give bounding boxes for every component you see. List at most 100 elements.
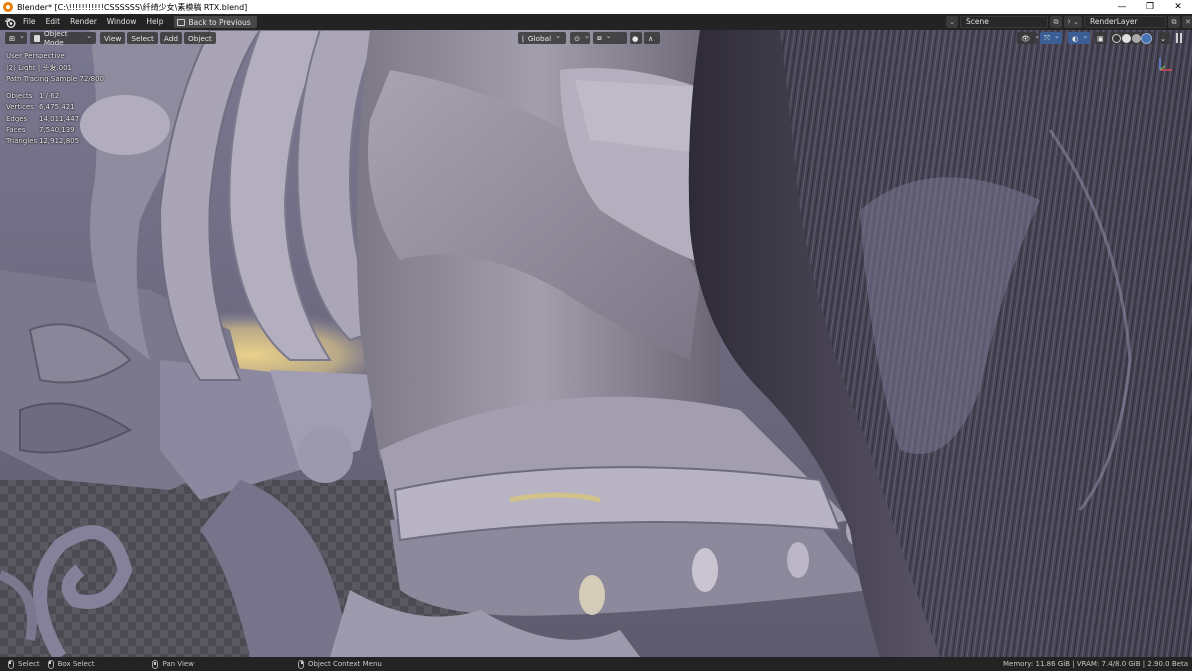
visibility-dropdown[interactable]: 👁 xyxy=(1017,32,1037,44)
falloff-dropdown[interactable]: ∧ xyxy=(644,32,660,44)
falloff-icon: ∧ xyxy=(648,33,654,43)
menu-edit[interactable]: Edit xyxy=(41,15,66,29)
shading-options-dropdown[interactable]: ⌄ xyxy=(1158,32,1170,44)
status-context-menu-label: Object Context Menu xyxy=(307,660,382,668)
stat-label: Edges xyxy=(6,114,28,123)
back-to-previous-button[interactable]: Back to Previous xyxy=(174,16,257,28)
orientation-axes-icon: ⌊ xyxy=(522,33,525,43)
visibility-icon: 👁 xyxy=(1021,33,1031,43)
view-menu[interactable]: View xyxy=(100,32,126,44)
mode-label: Object Mode xyxy=(43,30,68,47)
delete-render-layer-icon[interactable]: ✕ xyxy=(1182,16,1192,28)
left-mouse-icon xyxy=(8,659,14,669)
view-name: User Perspective xyxy=(6,52,65,60)
chevron-down-icon: ⌄ xyxy=(1160,33,1167,43)
stat-row: Objects 1 / 62 xyxy=(6,91,79,102)
stat-label: Vertices xyxy=(6,103,34,112)
stat-value: 1 / 62 xyxy=(39,92,60,100)
status-box-select-label: Box Select xyxy=(57,660,95,668)
wireframe-shading-icon[interactable] xyxy=(1112,33,1121,43)
sidebar-toggle-icon xyxy=(1176,33,1178,43)
viewport-header: ⊞ Object Mode View Select Add Object ⌊ G… xyxy=(0,30,1192,47)
object-menu[interactable]: Object xyxy=(183,32,216,44)
transform-orientation-label: Global xyxy=(527,33,552,43)
editor-type-icon: ⊞ xyxy=(9,33,16,43)
3d-viewport[interactable]: ⊞ Object Mode View Select Add Object ⌊ G… xyxy=(0,30,1192,657)
new-scene-icon[interactable]: ⧉ xyxy=(1050,16,1062,28)
object-mode-icon xyxy=(34,34,40,42)
render-layer-type-icon[interactable]: ⌄ xyxy=(1070,16,1082,28)
new-render-layer-icon[interactable]: ⧉ xyxy=(1168,16,1180,28)
stat-value: 12,912,805 xyxy=(39,137,80,146)
render-layer-selector: ⌄ RenderLayer ⧉ ✕ xyxy=(1070,15,1192,29)
stat-row: Triangles 12,912,805 xyxy=(6,136,79,147)
blender-logo-icon[interactable] xyxy=(2,14,18,30)
overlays-icon: ◐ xyxy=(1072,33,1079,43)
status-box-select-hint: Box Select xyxy=(47,659,95,669)
gizmo-icon: ⤧ xyxy=(1044,33,1050,42)
stat-value: 6,475,421 xyxy=(39,103,75,112)
proportional-editing-toggle[interactable]: ● xyxy=(630,32,642,44)
menu-window[interactable]: Window xyxy=(102,15,142,29)
stat-value: 14,011,447 xyxy=(39,114,80,123)
menu-help[interactable]: Help xyxy=(141,15,168,29)
scene-name-field[interactable]: Scene xyxy=(960,16,1048,28)
maximize-button[interactable]: ❐ xyxy=(1136,0,1164,14)
transform-orientation-dropdown[interactable]: ⌊ Global xyxy=(518,32,566,44)
mode-dropdown[interactable]: Object Mode xyxy=(30,30,96,47)
stat-row: Faces 7,540,139 xyxy=(6,125,79,136)
pivot-point-dropdown[interactable]: ⊙ xyxy=(570,32,590,44)
render-progress: Path Tracing Sample 72/800 xyxy=(6,75,105,83)
sidebar-toggle[interactable] xyxy=(1176,33,1184,43)
scene-type-icon[interactable]: ⌄ xyxy=(946,16,958,28)
scene-statistics: Objects 1 / 62 Vertices 6,475,421 Edges 14,… xyxy=(6,91,79,147)
stat-row: Vertices 6,475,421 xyxy=(6,102,79,113)
select-menu[interactable]: Select xyxy=(127,32,158,44)
close-button[interactable]: ✕ xyxy=(1164,0,1192,14)
shading-mode-group xyxy=(1110,32,1153,44)
stat-label: Objects xyxy=(6,92,33,100)
drag-mouse-icon xyxy=(47,659,54,669)
material-preview-shading-icon[interactable] xyxy=(1132,33,1141,43)
right-mouse-icon xyxy=(297,659,304,669)
scene-selector: ⌄ Scene ⧉ ✕ xyxy=(946,15,1076,29)
gizmo-toggle[interactable]: ⤧ xyxy=(1040,32,1062,44)
status-bar: Select Box Select Pan View Object Contex… xyxy=(0,657,1192,671)
overlays-toggle[interactable]: ◐ xyxy=(1068,32,1090,44)
window-title-bar: Blender* [C:\!!!!!!!!!!!CSSSSSS\纤绮少女\素模稿… xyxy=(0,0,1192,14)
add-menu[interactable]: Add xyxy=(159,32,182,44)
status-memory-info: Memory: 11.86 GiB | VRAM: 7.4/8.0 GiB | … xyxy=(1002,660,1188,668)
active-collection: (2) Light | 头发.001 xyxy=(6,63,73,72)
blender-app-icon xyxy=(3,2,13,12)
stat-label: Faces xyxy=(6,125,26,134)
menu-file[interactable]: File xyxy=(18,15,41,29)
snap-icon: ⧇ xyxy=(597,33,602,42)
top-bar: File Edit Render Window Help Back to Pre… xyxy=(0,14,1192,30)
xray-toggle[interactable]: ▣ xyxy=(1095,32,1107,44)
proportional-editing-icon: ● xyxy=(632,33,639,43)
status-select-label: Select xyxy=(18,660,40,668)
rendered-shading-icon[interactable] xyxy=(1141,32,1152,44)
window-title: Blender* [C:\!!!!!!!!!!!CSSSSSS\纤绮少女\素模稿… xyxy=(17,2,248,12)
stat-value: 7,540,139 xyxy=(39,125,75,134)
back-to-previous-label: Back to Previous xyxy=(188,17,251,27)
solid-shading-icon[interactable] xyxy=(1122,33,1131,43)
status-pan-view-label: Pan View xyxy=(162,660,194,668)
navigation-axis-gizmo[interactable] xyxy=(1152,54,1176,78)
screen-back-icon xyxy=(177,18,186,26)
xray-icon: ▣ xyxy=(1097,33,1104,43)
stat-label: Triangles xyxy=(6,137,38,146)
viewport-info-overlay: User Perspective (2) Light | 头发.001 Path… xyxy=(6,51,104,86)
status-select-hint: Select xyxy=(8,659,40,669)
status-context-menu-hint: Object Context Menu xyxy=(297,659,382,669)
viewport-render xyxy=(0,30,1192,657)
pivot-icon: ⊙ xyxy=(574,33,581,43)
menu-render[interactable]: Render xyxy=(65,15,102,29)
snap-dropdown[interactable]: ⧇ xyxy=(593,32,627,44)
render-layer-field[interactable]: RenderLayer xyxy=(1084,16,1166,28)
status-pan-view-hint: Pan View xyxy=(152,659,194,669)
middle-mouse-icon xyxy=(152,659,159,669)
stat-row: Edges 14,011,447 xyxy=(6,114,79,125)
minimize-button[interactable]: — xyxy=(1108,0,1136,14)
editor-type-dropdown[interactable]: ⊞ xyxy=(5,32,27,44)
